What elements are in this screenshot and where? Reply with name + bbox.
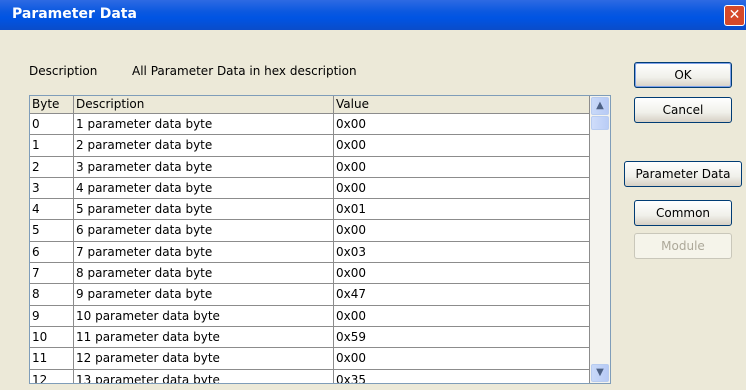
description-value: All Parameter Data in hex description <box>132 64 357 78</box>
table-row[interactable]: 67 parameter data byte 0x03 <box>30 241 590 264</box>
cell-value[interactable]: 0x00 <box>334 156 590 178</box>
cell-description: 11 parameter data byte <box>74 326 334 349</box>
parameter-data-button[interactable]: Parameter Data <box>624 161 742 187</box>
scroll-up-icon[interactable]: ▲ <box>591 97 609 115</box>
table-row[interactable]: 9 10 parameter data byte 0x00 <box>30 305 590 327</box>
cell-value[interactable]: 0x00 <box>334 220 590 242</box>
cell-description: 1 parameter data byte <box>74 114 334 136</box>
cell-value[interactable]: 0x00 <box>334 305 590 327</box>
table-row[interactable]: 01 parameter data byte 0x00 <box>30 114 590 136</box>
table-row[interactable]: 10 11 parameter data byte 0x59 <box>30 326 590 349</box>
cancel-button[interactable]: Cancel <box>634 97 732 123</box>
column-header-value[interactable]: Value <box>334 96 590 114</box>
table-row[interactable]: 34 parameter data byte 0x00 <box>30 177 590 200</box>
cell-value[interactable]: 0x00 <box>334 348 590 370</box>
cell-description: 9 parameter data byte <box>74 284 334 306</box>
cell-value[interactable]: 0x47 <box>334 284 590 306</box>
cell-description: 3 parameter data byte <box>74 156 334 178</box>
cell-byte: 10 <box>30 326 74 349</box>
table-body: 01 parameter data byte 0x00 1 2 parameter d… <box>30 114 590 383</box>
cell-byte: 2 <box>30 156 74 178</box>
table-row[interactable]: 45 parameter data byte 0x01 <box>30 199 590 221</box>
cell-byte: 0 <box>30 114 74 136</box>
parameter-table: Byte Description Value 01 parameter data… <box>29 95 611 384</box>
cell-description: 8 parameter data byte <box>74 263 334 285</box>
table-row[interactable]: 12 parameter data byte 0x00 <box>30 135 590 157</box>
scroll-thumb[interactable] <box>591 116 609 130</box>
cell-byte: 3 <box>30 177 74 200</box>
title-bar[interactable]: Parameter Data ✕ <box>0 0 746 30</box>
cell-value[interactable]: 0x00 <box>334 177 590 200</box>
cell-description: 10 parameter data byte <box>74 305 334 327</box>
description-label: Description <box>29 64 98 78</box>
cell-value[interactable]: 0x00 <box>334 135 590 157</box>
cell-value[interactable]: 0x59 <box>334 326 590 349</box>
cell-byte: 8 <box>30 284 74 306</box>
module-button: Module <box>634 233 732 259</box>
parameter-data-dialog: Parameter Data ✕ Description All Paramet… <box>0 0 746 390</box>
cell-byte: 1 <box>30 135 74 157</box>
cell-description: 6 parameter data byte <box>74 220 334 242</box>
table-row[interactable]: 11 12 parameter data byte 0x00 <box>30 348 590 370</box>
cell-byte: 6 <box>30 241 74 264</box>
cell-description: 13 parameter data byte <box>74 369 334 383</box>
cell-byte: 4 <box>30 199 74 221</box>
cell-byte: 11 <box>30 348 74 370</box>
cell-byte: 12 <box>30 369 74 383</box>
table-row[interactable]: 12 13 parameter data byte 0x35 <box>30 369 590 383</box>
scroll-down-icon[interactable]: ▼ <box>591 364 609 382</box>
table-row[interactable]: 56 parameter data byte 0x00 <box>30 220 590 242</box>
table-row[interactable]: 23 parameter data byte 0x00 <box>30 156 590 178</box>
cell-byte: 9 <box>30 305 74 327</box>
cell-description: 2 parameter data byte <box>74 135 334 157</box>
cell-description: 12 parameter data byte <box>74 348 334 370</box>
cell-byte: 5 <box>30 220 74 242</box>
cell-byte: 7 <box>30 263 74 285</box>
window-title: Parameter Data <box>12 6 137 22</box>
cell-description: 4 parameter data byte <box>74 177 334 200</box>
cell-value[interactable]: 0x35 <box>334 369 590 383</box>
cell-value[interactable]: 0x03 <box>334 241 590 264</box>
cell-description: 5 parameter data byte <box>74 199 334 221</box>
table-row[interactable]: 78 parameter data byte 0x00 <box>30 263 590 285</box>
table-row[interactable]: 89 parameter data byte 0x47 <box>30 284 590 306</box>
cell-value[interactable]: 0x01 <box>334 199 590 221</box>
cell-description: 7 parameter data byte <box>74 241 334 264</box>
common-button[interactable]: Common <box>634 200 732 226</box>
ok-button[interactable]: OK <box>634 62 732 88</box>
cell-value[interactable]: 0x00 <box>334 114 590 136</box>
column-header-byte[interactable]: Byte <box>30 96 74 114</box>
close-button[interactable]: ✕ <box>724 5 745 26</box>
table-header: Byte Description Value <box>30 96 590 114</box>
column-header-description[interactable]: Description <box>74 96 334 114</box>
cell-value[interactable]: 0x00 <box>334 263 590 285</box>
vertical-scrollbar[interactable]: ▲ ▼ <box>590 96 610 383</box>
